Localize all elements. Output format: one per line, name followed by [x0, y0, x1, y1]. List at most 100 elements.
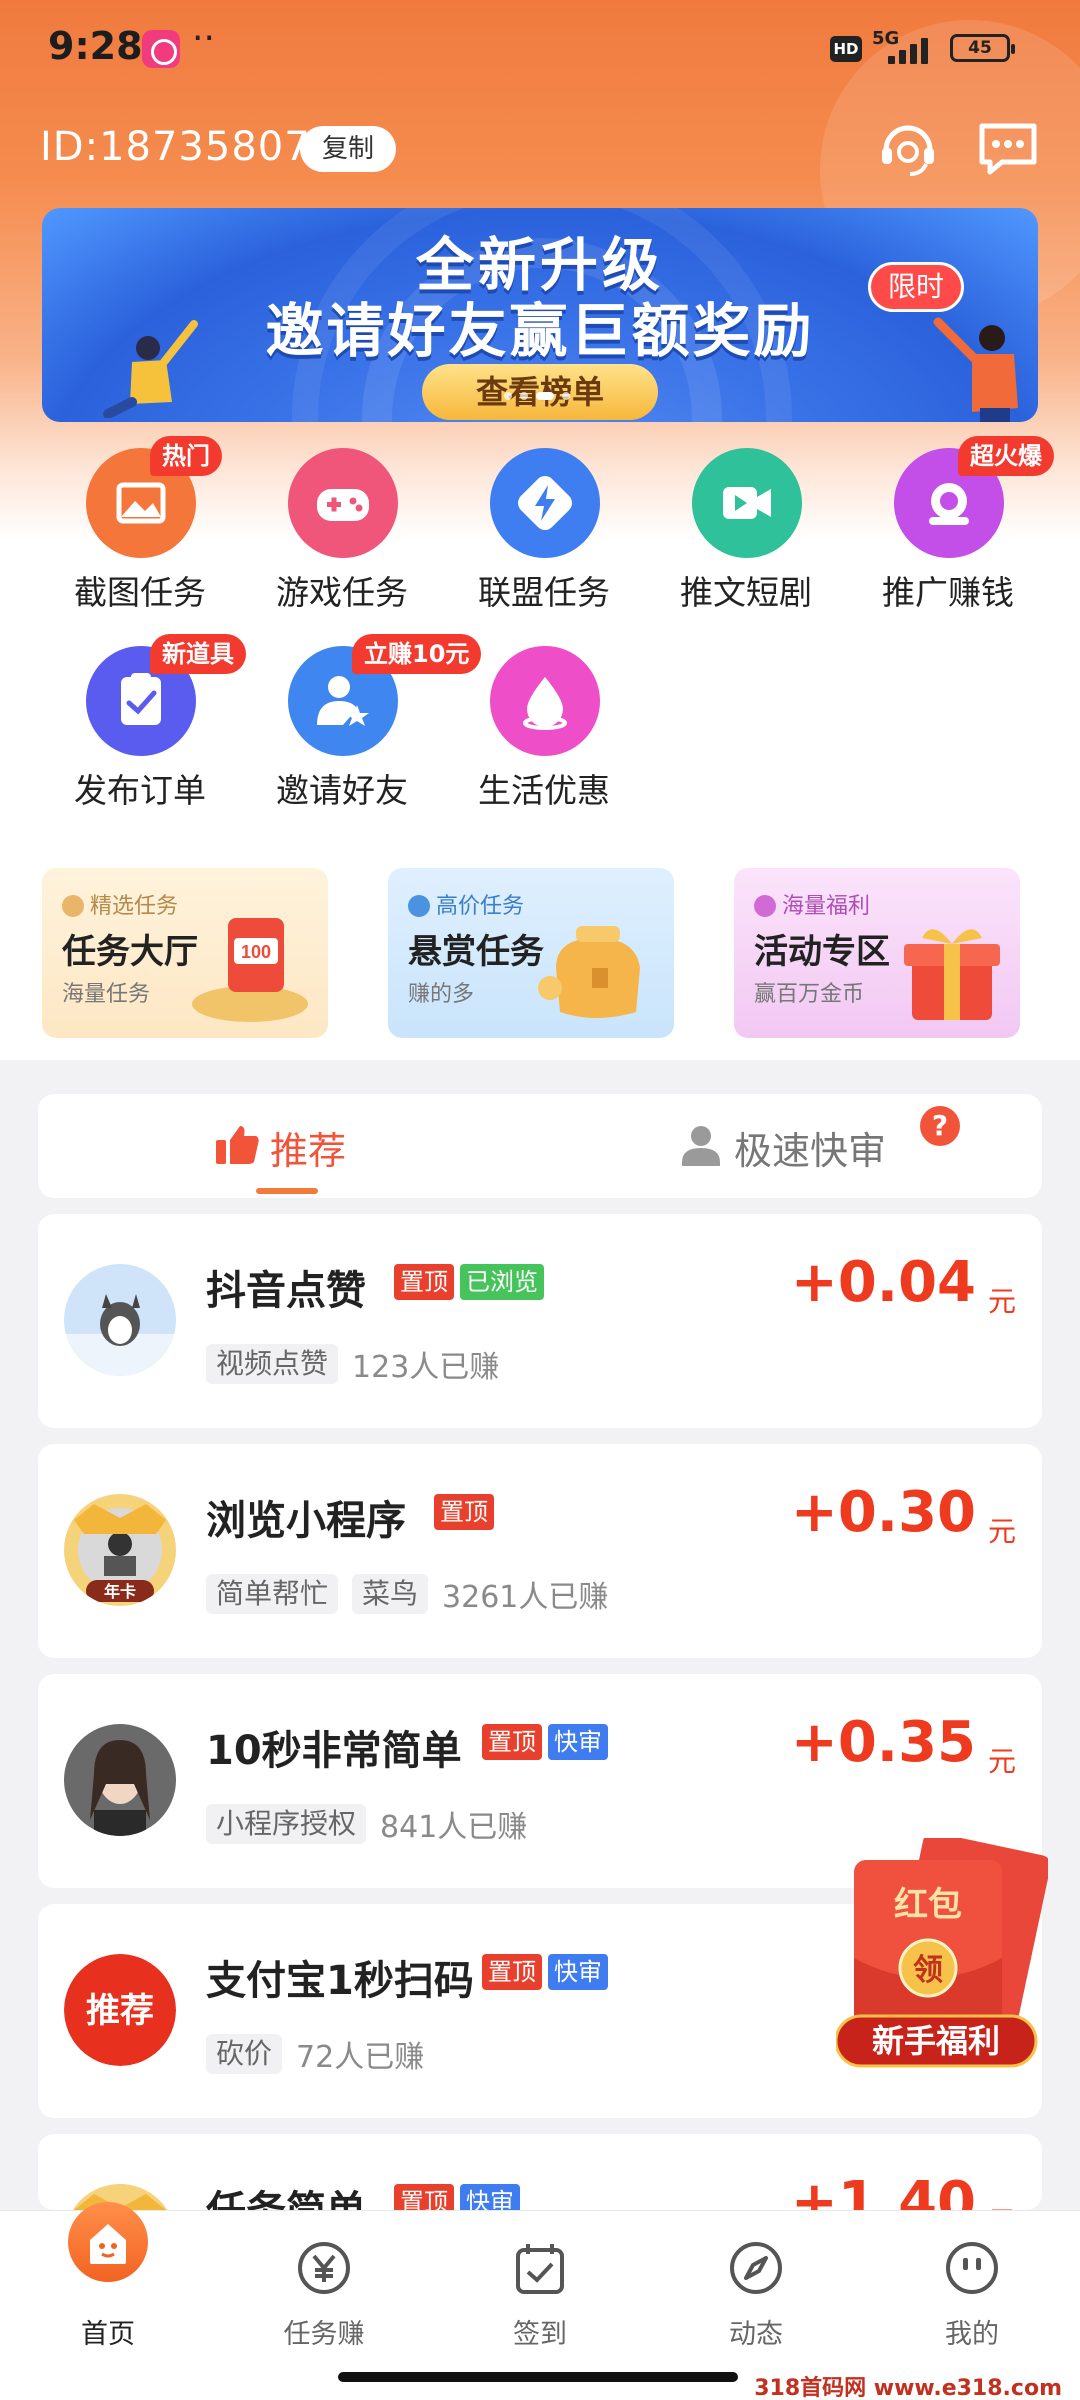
grid-label: 推广赚钱 — [882, 573, 1014, 612]
card-tag: 高价任务 — [436, 894, 525, 919]
grid-item-0[interactable]: 热门 截图任务 — [40, 436, 240, 628]
task-tag: 置顶 — [394, 1264, 454, 1300]
task-tag: 快审 — [460, 2184, 520, 2210]
more-notifications-icon: ·· — [192, 18, 215, 59]
video-icon — [692, 448, 802, 558]
task-tags: 置顶 — [434, 1494, 494, 1530]
hd-badge: HD — [830, 36, 862, 62]
red-packet-title: 红包 — [894, 1885, 962, 1925]
task-tag: 置顶 — [394, 2184, 454, 2210]
message-icon[interactable] — [976, 118, 1040, 178]
task-meta: 视频点赞 123人已赚 — [206, 1342, 499, 1386]
card-title: 活动专区 — [754, 932, 890, 972]
red-envelope-coins-icon: 100 — [192, 918, 308, 1022]
nav-label: 首页 — [81, 2319, 135, 2350]
task-avatar: 年卡 — [64, 1494, 176, 1606]
watermark: 318首码网 www.e318.com — [750, 2370, 1066, 2400]
tab-recommend[interactable]: 推荐 — [214, 1094, 394, 1198]
status-bar: 9:28 ·· HD 5G 45 — [0, 0, 1080, 100]
home-indicator — [338, 2372, 738, 2382]
grid-label: 生活优惠 — [478, 771, 610, 810]
avatar-label: 年卡 — [104, 1582, 136, 1601]
banner-person-illustration-2 — [933, 317, 1018, 422]
task-category-chip: 简单帮忙 — [206, 1574, 339, 1614]
task-reward: +1.40 — [790, 2170, 976, 2210]
nav-item-3[interactable]: 动态 — [648, 2210, 864, 2360]
tab-fast-review[interactable]: 极速快审 — [678, 1094, 898, 1198]
task-tag: 快审 — [548, 1724, 608, 1760]
grid-item-4[interactable]: 超火爆推广赚钱 — [848, 436, 1054, 628]
task-tags: 置顶 快审 — [482, 1724, 608, 1760]
compass-icon — [730, 2242, 782, 2294]
grid-badge: 新道具 — [150, 634, 246, 674]
task-tag: 快审 — [548, 1954, 608, 1990]
task-card[interactable]: 抖音点赞 置顶 已浏览 视频点赞 123人已赚 +0.04 元 — [38, 1214, 1042, 1428]
task-tags: 置顶 快审 — [394, 2184, 520, 2210]
task-tabs: 推荐 极速快审 — [38, 1094, 1042, 1198]
smiley-icon — [946, 2242, 998, 2294]
grid-item-2[interactable]: 联盟任务 — [444, 448, 644, 628]
grid-label: 游戏任务 — [276, 573, 408, 612]
nav-label: 我的 — [945, 2319, 999, 2350]
avatar-label: 推荐 — [86, 1991, 154, 2031]
card-subtitle: 海量任务 — [62, 982, 151, 1007]
grid-badge: 热门 — [150, 436, 222, 476]
user-icon — [682, 1126, 720, 1166]
nav-item-4[interactable]: 我的 — [864, 2210, 1080, 2360]
help-icon[interactable]: ? — [920, 1106, 960, 1146]
task-tag: 置顶 — [482, 1954, 542, 1990]
nav-item-0[interactable]: 首页 — [0, 2210, 216, 2360]
card-task-hall[interactable]: 精选任务 任务大厅 海量任务 100 — [42, 868, 328, 1038]
task-avatar: 推荐 — [64, 1954, 176, 2066]
task-category-chip: 视频点赞 — [206, 1344, 339, 1384]
task-tag: 置顶 — [434, 1494, 494, 1530]
gamepad-icon — [288, 448, 398, 558]
task-category-chip: 小程序授权 — [206, 1804, 367, 1844]
grid-item-7[interactable]: 生活优惠 — [444, 646, 644, 826]
task-reward-unit: 元 — [987, 1745, 1016, 1778]
grid-item-5[interactable]: 新道具发布订单 — [40, 634, 246, 826]
battery-icon: 45 — [950, 34, 1015, 62]
task-tags: 置顶 已浏览 — [394, 1264, 544, 1300]
gift-box-icon — [904, 929, 1000, 1020]
card-tag: 精选任务 — [90, 894, 179, 919]
task-tag: 置顶 — [482, 1724, 542, 1760]
limited-time-badge: 限时 — [868, 262, 964, 312]
newbie-red-packet[interactable]: 红包 领 新手福利 — [836, 1838, 1048, 2074]
copy-id-button[interactable]: 复制 — [300, 126, 396, 172]
task-earned-count: 3261人已赚 — [442, 1580, 609, 1615]
grid-label: 发布订单 — [74, 771, 206, 810]
task-reward: +0.30 — [790, 1480, 976, 1545]
grid-item-6[interactable]: 立赚10元 邀请好友 — [242, 634, 482, 826]
task-reward-unit: 元 — [988, 2200, 1016, 2210]
red-packet-coin: 领 — [913, 1953, 943, 1988]
task-meta: 简单帮忙 菜鸟 3261人已赚 — [206, 1572, 608, 1616]
grid-item-1[interactable]: 游戏任务 — [242, 448, 442, 628]
card-title: 任务大厅 — [62, 932, 198, 972]
notification-app-icon — [142, 30, 180, 68]
task-avatar — [64, 1724, 176, 1836]
nav-item-2[interactable]: 签到 — [432, 2210, 648, 2360]
coin-bag-icon — [538, 926, 640, 1018]
nav-label: 任务赚 — [283, 2319, 365, 2350]
grid-label: 联盟任务 — [478, 573, 610, 612]
card-activity-zone[interactable]: 海量福利 活动专区 赢百万金币 — [734, 868, 1020, 1038]
user-id: ID:18735807 — [40, 124, 311, 170]
grid-badge: 超火爆 — [958, 436, 1054, 476]
tab-label: 推荐 — [270, 1129, 347, 1173]
task-card[interactable]: 年卡 浏览小程序 置顶 简单帮忙 菜鸟 3261人已赚 +0.30 元 — [38, 1444, 1042, 1658]
task-reward: +0.35 — [790, 1710, 976, 1775]
card-bounty-task[interactable]: 高价任务 悬赏任务 赚的多 — [388, 868, 674, 1038]
task-tags: 置顶 快审 — [482, 1954, 608, 1990]
calendar-check-icon — [516, 2244, 564, 2294]
task-title: 抖音点赞 — [206, 1268, 366, 1314]
grid-item-3[interactable]: 推文短剧 — [646, 448, 846, 628]
customer-service-icon[interactable] — [876, 118, 940, 178]
nav-label: 动态 — [729, 2319, 783, 2350]
invite-banner[interactable]: 全新升级 邀请好友赢巨额奖励 限时 查看榜单 — [42, 208, 1038, 422]
nav-item-1[interactable]: 任务赚 — [216, 2210, 432, 2360]
red-packet-ribbon: 新手福利 — [872, 2022, 1000, 2060]
task-card[interactable]: 任务简单 置顶快审 +1.40 元 — [38, 2134, 1042, 2210]
task-tag: 已浏览 — [460, 1264, 544, 1300]
task-title: 浏览小程序 — [206, 1498, 406, 1544]
